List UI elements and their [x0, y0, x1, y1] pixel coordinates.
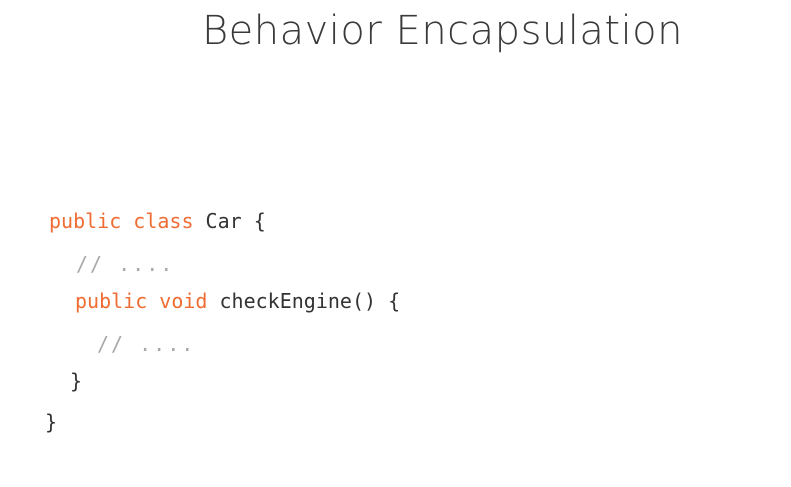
code-line-method-close: } — [70, 369, 82, 393]
code-block: public class Car { // .... public void c… — [0, 0, 791, 487]
code-text: } — [45, 410, 58, 434]
code-text: } — [70, 369, 83, 393]
code-line-class-declaration: public class Car { — [49, 209, 266, 233]
code-text: checkEngine() { — [207, 289, 401, 313]
code-comment: // .... — [76, 252, 175, 276]
slide: Behavior Encapsulation public class Car … — [0, 0, 791, 487]
code-line-comment: // .... — [97, 332, 195, 356]
code-line-comment: // .... — [76, 252, 174, 276]
code-text: Car { — [193, 209, 266, 233]
keyword: public class — [49, 209, 194, 233]
keyword: public void — [75, 289, 208, 313]
code-line-class-close: } — [45, 410, 57, 434]
code-line-method-declaration: public void checkEngine() { — [75, 289, 400, 313]
code-comment: // .... — [97, 332, 196, 356]
